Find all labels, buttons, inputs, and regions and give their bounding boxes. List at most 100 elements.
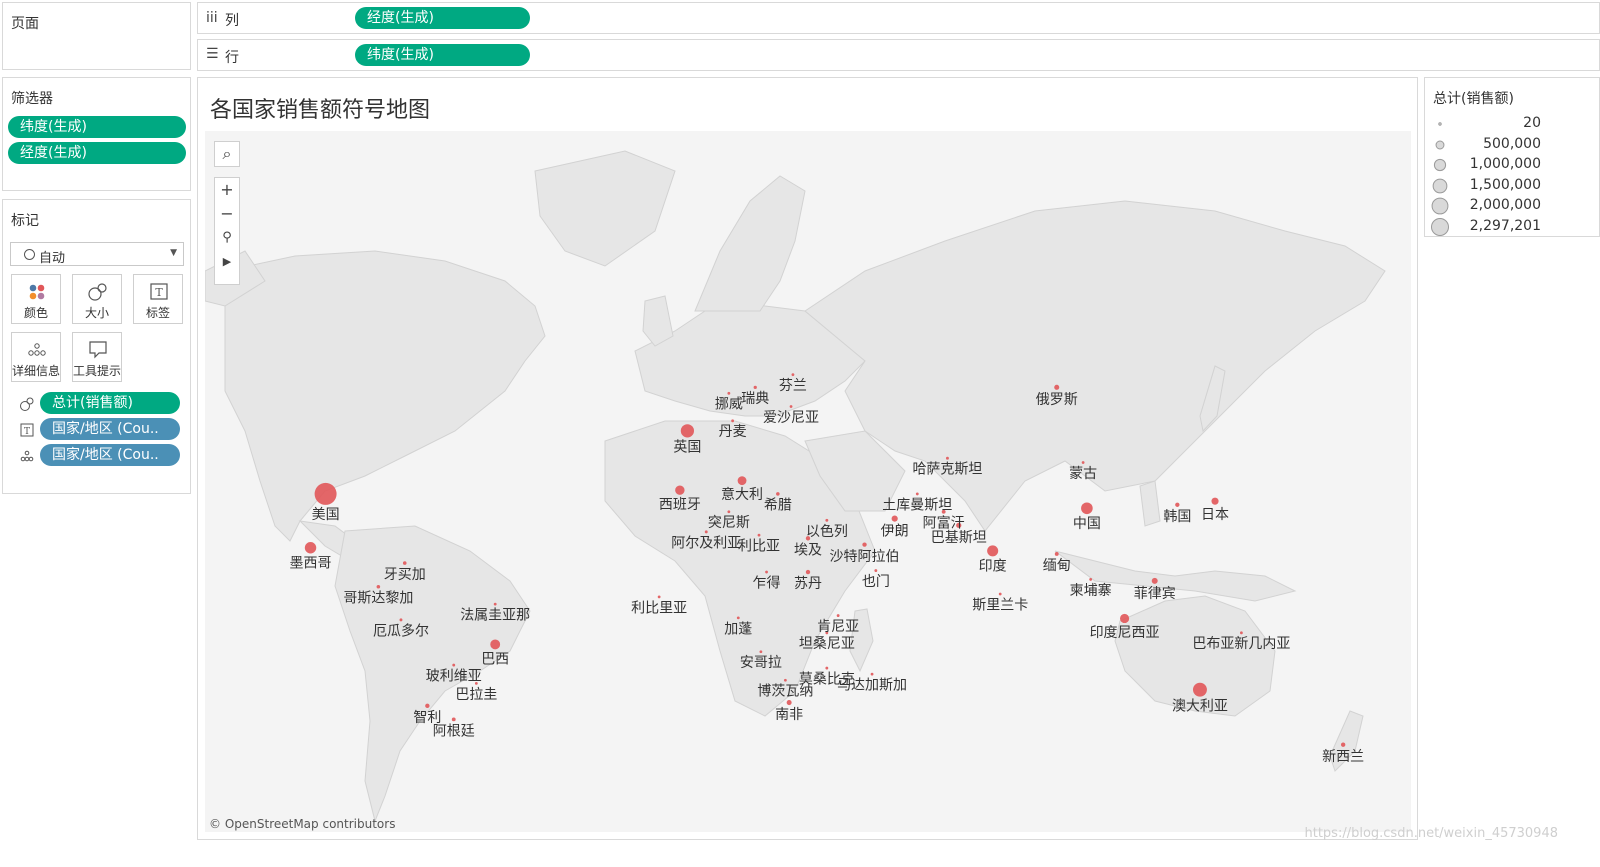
country-label: 突尼斯 [708, 515, 750, 531]
filters-title: 筛选器 [11, 91, 53, 107]
country-marker[interactable] [680, 424, 695, 438]
country-marker[interactable] [836, 614, 840, 617]
country-marker[interactable] [987, 545, 999, 557]
country-marker[interactable] [1054, 384, 1060, 390]
detail-button[interactable]: 详细信息 [11, 332, 61, 382]
country-label: 菲律宾 [1134, 586, 1176, 602]
country-marker[interactable] [657, 595, 661, 599]
country-marker[interactable] [737, 476, 747, 486]
country-label: 马达加斯加 [837, 678, 907, 694]
country-marker[interactable] [727, 391, 731, 395]
columns-shelf[interactable]: iii 列 经度(生成) [197, 2, 1600, 34]
country-marker[interactable] [399, 618, 403, 622]
country-marker[interactable] [757, 533, 761, 537]
country-marker[interactable] [825, 666, 829, 670]
country-marker[interactable] [945, 456, 949, 460]
zoom-out-icon[interactable]: − [215, 202, 239, 226]
country-marker[interactable] [765, 570, 768, 574]
country-marker[interactable] [493, 602, 497, 606]
country-label: 意大利 [721, 486, 763, 503]
country-marker[interactable] [870, 672, 874, 676]
country-marker[interactable] [789, 405, 793, 408]
country-marker[interactable] [314, 482, 337, 505]
country-label: 英国 [673, 438, 701, 455]
detail-field-pill[interactable]: 国家/地区 (Cou.. [40, 444, 180, 466]
pin-icon[interactable]: ⚲ [215, 226, 239, 250]
country-label: 阿根廷 [433, 723, 475, 739]
zoom-in-icon[interactable]: + [215, 178, 239, 202]
size-button[interactable]: 大小 [72, 274, 122, 324]
country-marker[interactable] [1119, 613, 1130, 624]
country-label: 阿尔及利亚 [671, 535, 741, 551]
country-label: 哥斯达黎加 [343, 591, 413, 607]
country-marker[interactable] [490, 639, 501, 650]
label-button[interactable]: T 标签 [133, 274, 183, 324]
country-marker[interactable] [1151, 577, 1158, 584]
country-marker[interactable] [1192, 682, 1207, 697]
search-icon[interactable]: ⌕ [215, 142, 239, 166]
country-marker[interactable] [1175, 502, 1180, 507]
country-marker[interactable] [1089, 578, 1093, 581]
rows-shelf[interactable]: ☰ 行 纬度(生成) [197, 39, 1600, 71]
label-field-pill[interactable]: 国家/地区 (Cou.. [40, 418, 180, 440]
country-marker[interactable] [376, 584, 381, 589]
country-marker[interactable] [825, 518, 829, 522]
country-marker[interactable] [1211, 497, 1219, 505]
rows-pill[interactable]: 纬度(生成) [355, 44, 530, 66]
country-label: 斯里兰卡 [972, 597, 1028, 613]
country-marker[interactable] [451, 717, 456, 722]
country-marker[interactable] [998, 592, 1002, 596]
country-marker[interactable] [736, 616, 740, 620]
play-icon[interactable]: ▶ [215, 250, 239, 274]
pages-card[interactable]: 页面 [2, 2, 191, 70]
svg-text:T: T [155, 286, 163, 299]
country-marker[interactable] [425, 703, 430, 709]
country-marker[interactable] [1081, 461, 1085, 464]
country-marker[interactable] [786, 700, 792, 706]
columns-label: 列 [225, 13, 239, 29]
country-marker[interactable] [874, 569, 878, 572]
country-marker[interactable] [452, 663, 456, 667]
mark-type-label: 自动 [39, 251, 66, 266]
country-marker[interactable] [402, 561, 407, 565]
country-marker[interactable] [753, 385, 757, 389]
map-canvas[interactable]: 美国 墨西哥 牙买加 哥斯达黎加 法属圭亚那 厄瓜多尔 巴西 玻利维亚 智利 巴拉圭 阿根廷 英国 丹麦… [205, 131, 1411, 832]
country-marker[interactable] [915, 492, 919, 496]
country-marker[interactable] [783, 678, 787, 682]
country-marker[interactable] [791, 373, 795, 377]
country-marker[interactable] [862, 542, 867, 547]
filter-pill-longitude[interactable]: 经度(生成) [8, 142, 186, 164]
country-label: 巴拉圭 [455, 687, 497, 703]
country-marker[interactable] [805, 569, 811, 575]
pages-title: 页面 [11, 16, 39, 32]
north-america-landmass [224, 250, 546, 542]
country-marker[interactable] [304, 542, 317, 554]
country-marker[interactable] [731, 419, 735, 423]
watermark: https://blog.csdn.net/weixin_45730948 [1304, 826, 1558, 841]
size-field-pill[interactable]: 总计(销售额) [40, 392, 180, 414]
tooltip-button[interactable]: 工具提示 [72, 332, 122, 382]
mark-type-dropdown[interactable]: 自动 ▼ [10, 242, 184, 266]
map-search-control[interactable]: ⌕ [214, 141, 240, 167]
country-marker[interactable] [675, 485, 685, 495]
country-marker[interactable] [727, 510, 731, 514]
filter-pill-latitude[interactable]: 纬度(生成) [8, 116, 186, 138]
legend-value: 1,500,000 [1469, 176, 1541, 193]
country-marker[interactable] [891, 515, 898, 522]
color-button[interactable]: 颜色 [11, 274, 61, 324]
country-label: 利比里亚 [631, 600, 687, 616]
country-label: 坦桑尼亚 [799, 636, 855, 652]
country-label: 新西兰 [1322, 749, 1364, 765]
country-label: 苏丹 [794, 576, 822, 592]
legend-value: 1,000,000 [1469, 156, 1541, 172]
country-marker[interactable] [1240, 631, 1243, 635]
sheet-title: 各国家销售额符号地图 [210, 98, 431, 123]
country-marker[interactable] [1054, 552, 1059, 556]
country-marker[interactable] [1081, 502, 1093, 515]
country-label: 牙买加 [384, 567, 426, 583]
country-label: 中国 [1073, 516, 1101, 532]
columns-pill[interactable]: 经度(生成) [355, 7, 530, 29]
country-marker[interactable] [1340, 742, 1346, 747]
country-marker[interactable] [759, 650, 763, 654]
country-marker[interactable] [776, 492, 780, 496]
